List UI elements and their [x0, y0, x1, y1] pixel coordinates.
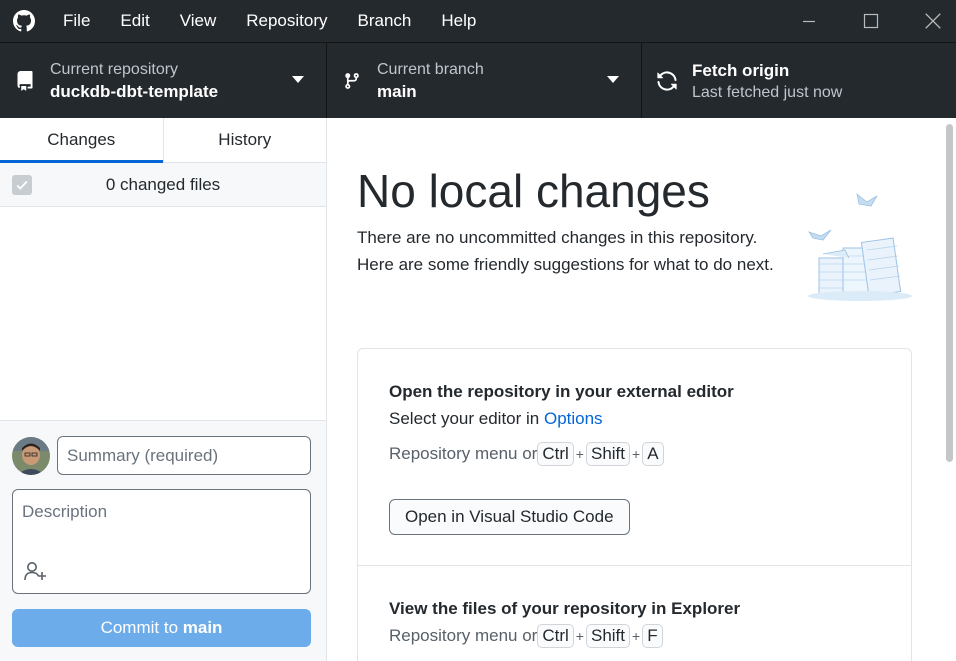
branch-label: Current branch — [377, 60, 484, 78]
main-panel: No local changes There are no uncommitte… — [327, 118, 956, 661]
sidebar: Changes History 0 changed files Descript… — [0, 118, 327, 661]
scrollbar-thumb[interactable] — [946, 124, 953, 462]
fetch-status: Last fetched just now — [692, 83, 843, 101]
shortcut-prefix: Repository menu or — [389, 626, 538, 645]
explorer-suggestion-title: View the files of your repository in Exp… — [389, 599, 741, 618]
kbd-plus: + — [575, 628, 584, 644]
close-icon — [925, 13, 941, 29]
page-title: No local changes — [357, 165, 710, 217]
empty-state-illustration — [805, 188, 915, 304]
kbd-ctrl: Ctrl — [537, 442, 574, 466]
title-bar: File Edit View Repository Branch Help — [0, 0, 956, 42]
select-all-checkbox[interactable] — [12, 175, 32, 195]
explorer-shortcut: Repository menu or Ctrl + Shift + F — [389, 624, 663, 648]
commit-button-prefix: Commit to — [100, 618, 183, 637]
tab-history[interactable]: History — [162, 118, 327, 162]
shortcut-prefix: Repository menu or — [389, 444, 538, 463]
avatar — [12, 437, 50, 475]
repository-label: Current repository — [50, 60, 179, 78]
menu-view[interactable]: View — [165, 0, 232, 42]
minimize-button[interactable] — [786, 0, 832, 42]
options-link[interactable]: Options — [544, 409, 603, 428]
menu-edit[interactable]: Edit — [105, 0, 164, 42]
tab-changes[interactable]: Changes — [0, 118, 163, 163]
menu-branch[interactable]: Branch — [343, 0, 427, 42]
minimize-icon — [803, 20, 815, 23]
caret-down-icon — [292, 76, 304, 83]
kbd-plus: + — [632, 628, 641, 644]
editor-suggestion: Open the repository in your external edi… — [358, 349, 911, 566]
kbd-plus: + — [632, 446, 641, 462]
explorer-suggestion: View the files of your repository in Exp… — [358, 566, 911, 661]
coauthor-icon[interactable] — [21, 558, 51, 584]
github-logo-icon — [0, 0, 48, 42]
toolbar: Current repository duckdb-dbt-template C… — [0, 42, 956, 118]
editor-suggestion-desc: Select your editor in Options — [389, 409, 603, 429]
commit-area: Description Commit to main — [0, 420, 326, 661]
branch-name: main — [377, 81, 417, 101]
sync-icon — [642, 70, 692, 92]
kbd-a: A — [642, 442, 664, 466]
branch-selector[interactable]: Current branch main — [327, 43, 642, 118]
suggestions-card: Open the repository in your external edi… — [357, 348, 912, 661]
branch-icon — [327, 70, 377, 92]
caret-down-icon — [607, 76, 619, 83]
repo-icon — [0, 70, 50, 92]
changes-header: 0 changed files — [0, 163, 326, 207]
editor-suggestion-title: Open the repository in your external edi… — [389, 382, 734, 401]
editor-desc-prefix: Select your editor in — [389, 409, 544, 428]
fetch-label: Fetch origin — [692, 60, 790, 80]
description-field[interactable]: Description — [12, 489, 311, 594]
summary-input[interactable] — [57, 436, 311, 475]
sidebar-tabs: Changes History — [0, 118, 326, 163]
kbd-f: F — [642, 624, 663, 648]
close-button[interactable] — [910, 0, 956, 42]
fetch-origin-button[interactable]: Fetch origin Last fetched just now — [642, 43, 956, 118]
checkbox-icon — [16, 180, 28, 190]
window-controls — [786, 0, 956, 42]
menu-help[interactable]: Help — [426, 0, 491, 42]
maximize-icon — [863, 13, 879, 29]
repository-selector[interactable]: Current repository duckdb-dbt-template — [0, 43, 327, 118]
open-in-editor-button[interactable]: Open in Visual Studio Code — [389, 499, 630, 535]
commit-button[interactable]: Commit to main — [12, 609, 311, 647]
changed-files-count: 0 changed files — [105, 174, 221, 194]
description-placeholder: Description — [22, 502, 108, 521]
repository-name: duckdb-dbt-template — [50, 81, 219, 101]
kbd-shift: Shift — [585, 624, 631, 648]
menu-file[interactable]: File — [48, 0, 105, 42]
maximize-button[interactable] — [848, 0, 894, 42]
kbd-plus: + — [575, 446, 584, 462]
commit-button-branch: main — [182, 618, 223, 637]
kbd-ctrl: Ctrl — [537, 624, 574, 648]
kbd-shift: Shift — [585, 442, 631, 466]
menu-bar: File Edit View Repository Branch Help — [48, 0, 491, 42]
intro-text: There are no uncommitted changes in this… — [357, 228, 774, 274]
menu-repository[interactable]: Repository — [231, 0, 342, 42]
editor-shortcut: Repository menu or Ctrl + Shift + A — [389, 442, 664, 466]
